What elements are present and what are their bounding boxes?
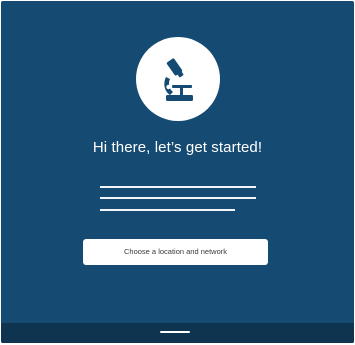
onboarding-screen: Hi there, let’s get started! Choose a lo… — [1, 1, 354, 343]
app-logo — [136, 37, 220, 121]
placeholder-line — [100, 209, 235, 211]
microscope-icon — [164, 58, 193, 101]
placeholder-line — [100, 197, 256, 199]
placeholder-line — [100, 186, 256, 188]
choose-location-network-button[interactable]: Choose a location and network — [83, 239, 268, 265]
home-indicator[interactable] — [160, 331, 190, 333]
bottom-bar — [1, 323, 354, 343]
welcome-heading: Hi there, let’s get started! — [92, 139, 263, 156]
